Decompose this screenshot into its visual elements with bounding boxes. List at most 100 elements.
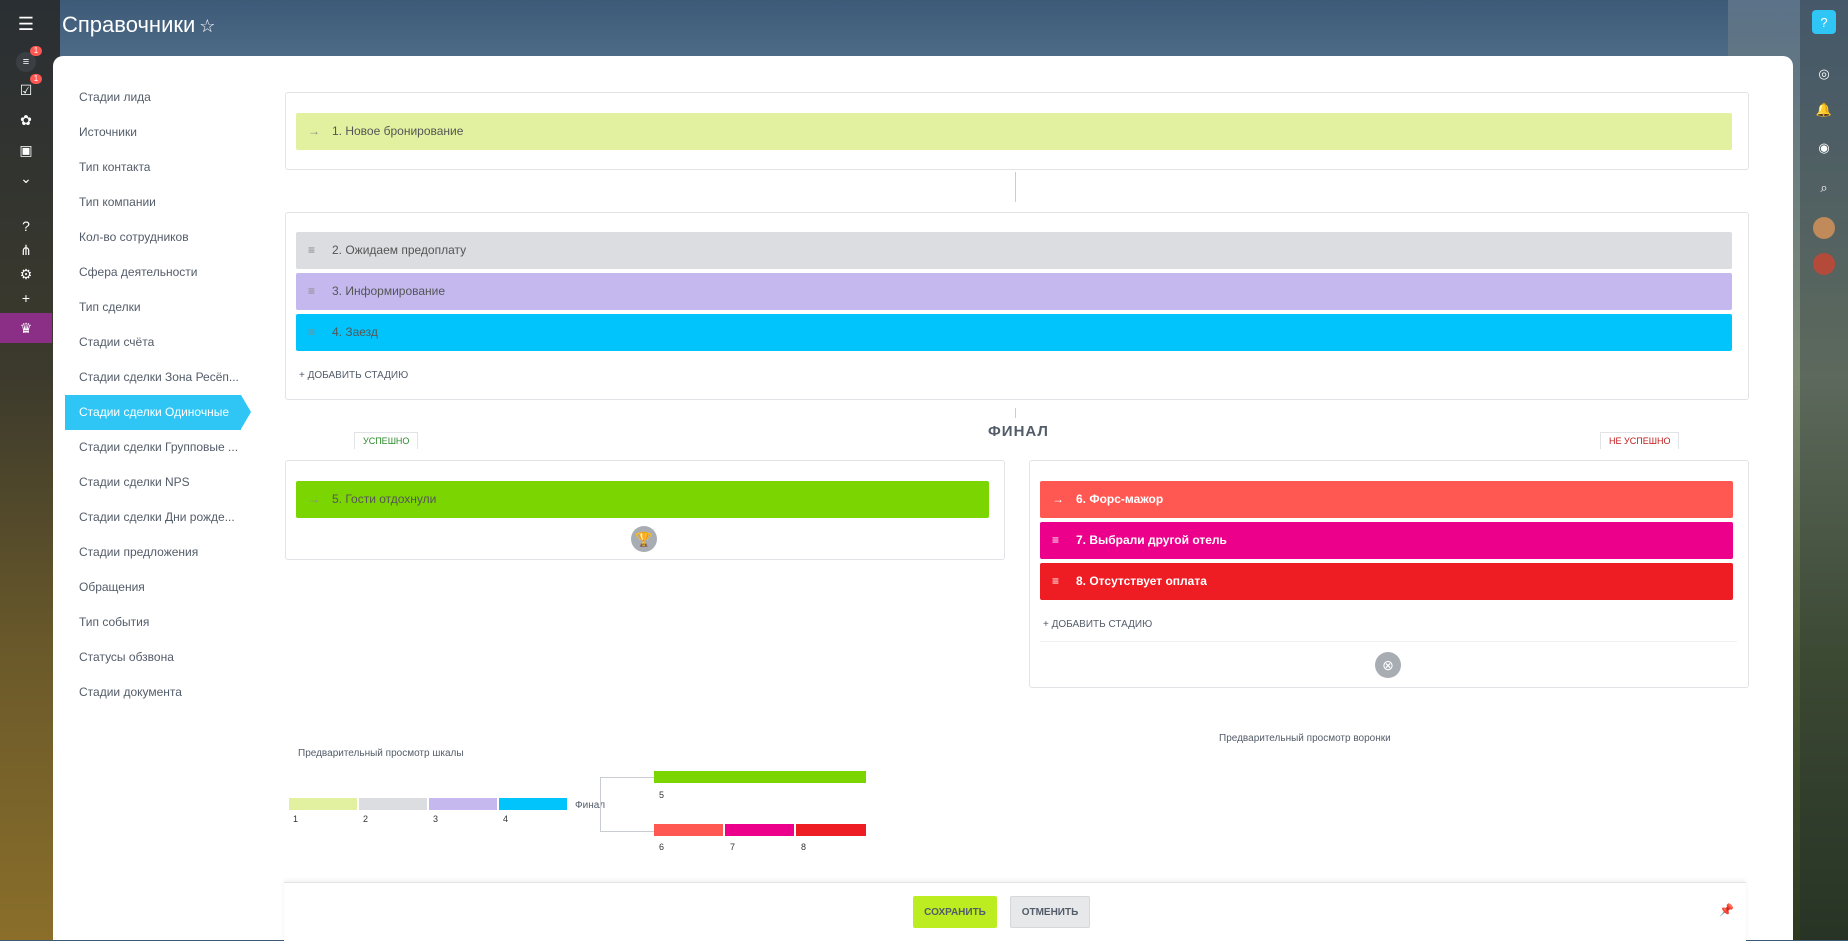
sidebar-item-label: Стадии счёта [79, 335, 155, 349]
bell-icon[interactable]: 🔔 [1812, 98, 1836, 122]
sidebar-item-label: Стадии сделки Одиночные... [79, 405, 229, 419]
trophy-icon: 🏆 [631, 526, 657, 552]
stage-4[interactable]: ≡ 4. Заезд [296, 314, 1732, 351]
scale-preview-title: Предварительный просмотр шкалы [298, 748, 464, 759]
drag-handle-icon[interactable]: ≡ [1052, 563, 1059, 600]
stage-label: 2. Ожидаем предоплату [332, 243, 467, 257]
page-title: Справочники ☆ [62, 12, 216, 37]
left-rail: ☰ ≡ 1 ☑ 1 ✿ ▣ ⌄ ? ⋔ ⚙ + ♛ [0, 0, 52, 940]
preview-num: 8 [801, 842, 807, 852]
add-stage-button-fail[interactable]: + ДОБАВИТЬ СТАДИЮ [1043, 619, 1152, 630]
structure-icon[interactable]: ⋔ [14, 238, 38, 262]
sidebar-item[interactable]: Стадии документа [65, 675, 265, 710]
stage-7[interactable]: ≡ 7. Выбрали другой отель [1040, 522, 1733, 559]
success-tab: УСПЕШНО [354, 432, 419, 449]
preview-bar-5 [654, 771, 866, 783]
contacts-icon[interactable]: ▣ [14, 138, 38, 162]
fail-tab: НЕ УСПЕШНО [1600, 432, 1680, 449]
sidebar-item-label: Стадии предложения [79, 545, 199, 559]
avatar[interactable] [1812, 216, 1836, 240]
sidebar-item-label: Статусы обзвона [79, 650, 174, 664]
preview-bar-1 [289, 798, 357, 810]
chat-icon[interactable]: ◉ [1812, 136, 1836, 160]
final-title: ФИНАЛ [988, 423, 1049, 440]
crm-icon[interactable]: ✿ [14, 108, 38, 132]
stage-label: 5. Гости отдохнули [332, 492, 437, 506]
sidebar-item-label: Тип сделки [79, 300, 141, 314]
help-circle-icon[interactable]: ? [14, 214, 38, 238]
star-icon[interactable]: ☆ [199, 16, 215, 36]
sidebar-item[interactable]: Стадии лида [65, 80, 265, 115]
stage-start[interactable]: → 1. Новое бронирование [296, 113, 1732, 150]
pin-icon[interactable]: 📌 [1719, 903, 1734, 917]
tasks-badge: 1 [30, 74, 42, 84]
sidebar-item[interactable]: Тип компании [65, 185, 265, 220]
sidebar-item[interactable]: Стадии сделки Одиночные... [65, 395, 251, 430]
timeline-icon[interactable]: ◎ [1812, 62, 1836, 86]
drag-handle-icon[interactable]: ≡ [308, 232, 315, 269]
help-icon[interactable]: ? [1812, 10, 1836, 34]
preview-bar-6 [654, 824, 723, 836]
stage-label: 3. Информирование [332, 284, 446, 298]
stage-6[interactable]: → 6. Форс-мажор [1040, 481, 1733, 518]
drag-handle-icon[interactable]: ≡ [1052, 522, 1059, 559]
sidebar-item[interactable]: Стадии сделки Дни рожде... [65, 500, 265, 535]
stage-2[interactable]: ≡ 2. Ожидаем предоплату [296, 232, 1732, 269]
right-rail: ? ◎ 🔔 ◉ ⌕ [1800, 0, 1848, 940]
divider [1040, 641, 1737, 642]
sidebar-item-label: Кол-во сотрудников [79, 230, 189, 244]
crown-icon[interactable]: ♛ [0, 313, 52, 343]
sidebar-item[interactable]: Кол-во сотрудников [65, 220, 265, 255]
sidebar-item-label: Стадии сделки NPS [79, 475, 190, 489]
sidebar-item[interactable]: Стадии сделки NPS [65, 465, 265, 500]
sidebar-item-label: Обращения [79, 580, 145, 594]
arrow-icon: → [1052, 492, 1064, 506]
connector [1015, 408, 1016, 418]
sidebar-item[interactable]: Тип события [65, 605, 265, 640]
more-icon[interactable]: ⌄ [14, 166, 38, 190]
sidebar-item[interactable]: Тип контакта [65, 150, 265, 185]
sidebar-item[interactable]: Сфера деятельности [65, 255, 265, 290]
sidebar-item-label: Стадии сделки Групповые ... [79, 440, 239, 454]
sidebar-item-label: Стадии сделки Дни рожде... [79, 510, 235, 524]
sidebar-item[interactable]: Источники [65, 115, 265, 150]
filter-icon[interactable]: ≡ 1 [14, 46, 42, 74]
stage-label: 1. Новое бронирование [332, 124, 464, 138]
sidebar-item[interactable]: Стадии сделки Групповые ... [65, 430, 265, 465]
filter-badge: 1 [30, 46, 42, 56]
drag-handle-icon[interactable]: ≡ [308, 314, 315, 351]
main-panel: Стадии лида Источники Тип контакта Тип комп… [53, 56, 1793, 940]
sidebar-item[interactable]: Статусы обзвона [65, 640, 265, 675]
sidebar-item[interactable]: Обращения [65, 570, 265, 605]
arrow-icon: → [308, 492, 320, 506]
menu-icon[interactable]: ☰ [14, 12, 38, 36]
sidebar-item[interactable]: Стадии счёта [65, 325, 265, 360]
preview-bar-3 [429, 798, 497, 810]
sidebar-item-label: Тип компании [79, 195, 156, 209]
add-stage-button[interactable]: + ДОБАВИТЬ СТАДИЮ [299, 370, 408, 381]
sidebar-item[interactable]: Тип сделки [65, 290, 265, 325]
sidebar-item[interactable]: Стадии сделки Зона Ресёп... [65, 360, 265, 395]
preview-num: 5 [659, 790, 665, 800]
funnel-preview-title: Предварительный просмотр воронки [1219, 733, 1391, 744]
sidebar-menu: Стадии лида Источники Тип контакта Тип комп… [65, 80, 265, 710]
arrow-icon: → [308, 124, 320, 138]
avatar[interactable] [1812, 252, 1836, 276]
drag-handle-icon[interactable]: ≡ [308, 273, 315, 310]
save-button[interactable]: СОХРАНИТЬ [913, 896, 997, 928]
stage-label: 6. Форс-мажор [1076, 492, 1164, 506]
add-icon[interactable]: + [14, 286, 38, 310]
preview-num: 7 [730, 842, 736, 852]
cancel-button[interactable]: ОТМЕНИТЬ [1010, 896, 1090, 928]
preview-num: 4 [503, 814, 509, 824]
stage-5[interactable]: → 5. Гости отдохнули [296, 481, 989, 518]
search-icon[interactable]: ⌕ [1812, 176, 1836, 200]
sidebar-item-label: Источники [79, 125, 137, 139]
stage-8[interactable]: ≡ 8. Отсутствует оплата [1040, 563, 1733, 600]
preview-num: 2 [363, 814, 369, 824]
cross-circle-icon: ⊗ [1375, 652, 1401, 678]
tasks-icon[interactable]: ☑ 1 [14, 74, 42, 102]
stage-3[interactable]: ≡ 3. Информирование [296, 273, 1732, 310]
settings-icon[interactable]: ⚙ [14, 262, 38, 286]
sidebar-item[interactable]: Стадии предложения [65, 535, 265, 570]
